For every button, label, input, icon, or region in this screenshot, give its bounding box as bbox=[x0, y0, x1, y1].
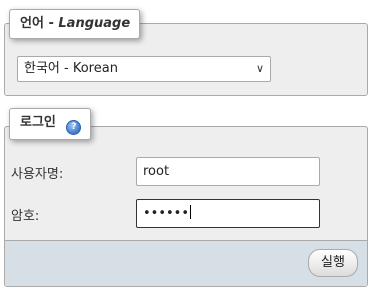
username-value: root bbox=[143, 164, 170, 179]
password-value: •••••• bbox=[143, 206, 190, 221]
language-legend-korean: 언어 bbox=[20, 16, 44, 31]
language-legend-dash: - bbox=[48, 16, 54, 31]
username-label: 사용자명: bbox=[11, 167, 64, 182]
password-label: 암호: bbox=[11, 209, 40, 224]
submit-button[interactable]: 실행 bbox=[308, 249, 358, 277]
chevron-down-icon: ∨ bbox=[255, 62, 264, 75]
login-legend-label: 로그인 bbox=[20, 115, 56, 130]
language-legend: 언어 - Language bbox=[9, 9, 141, 39]
login-legend: 로그인 ? bbox=[9, 108, 92, 140]
language-select[interactable]: 한국어 - Korean ∨ bbox=[17, 56, 271, 82]
language-select-value: 한국어 - Korean bbox=[24, 61, 118, 76]
language-legend-english: Language bbox=[58, 16, 131, 31]
password-input[interactable]: •••••• bbox=[136, 199, 320, 228]
username-input[interactable]: root bbox=[136, 157, 320, 186]
help-question-icon[interactable]: ? bbox=[66, 120, 82, 135]
text-caret bbox=[190, 205, 192, 219]
